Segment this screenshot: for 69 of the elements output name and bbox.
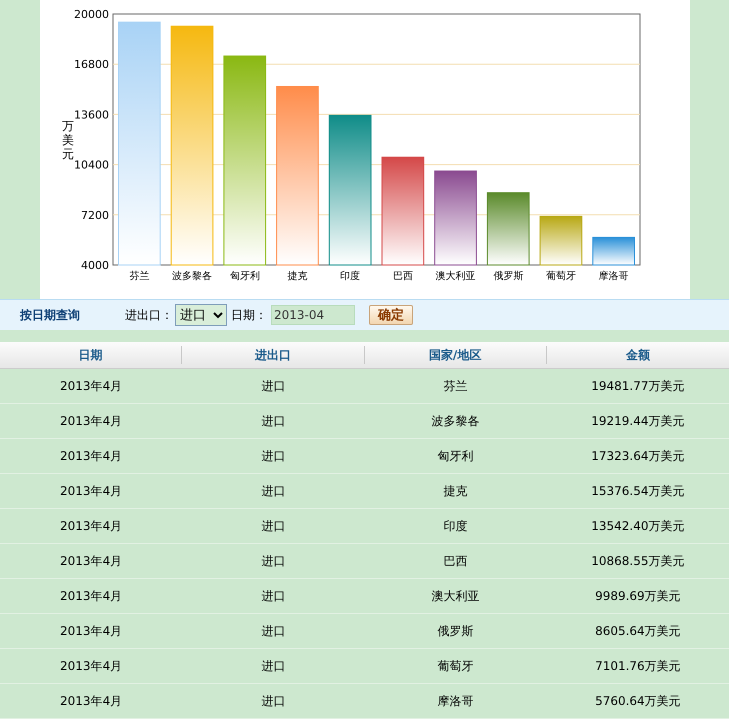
column-header[interactable]: 进出口 [182, 346, 364, 364]
y-axis-title: 万美元 [62, 119, 74, 161]
x-category-label: 波多黎各 [172, 271, 212, 282]
x-category-label: 俄罗斯 [493, 271, 524, 282]
table-cell-text: 2013年4月 [59, 588, 124, 605]
table-cell-text: 澳大利亚 [430, 588, 481, 605]
x-category-label: 捷克 [287, 271, 308, 282]
table-cell-text: 俄罗斯 [436, 623, 475, 640]
x-category-label: 摩洛哥 [598, 271, 629, 282]
x-category-label: 芬兰 [129, 271, 150, 282]
table-cell-text: 印度 [442, 518, 469, 535]
direction-label: 进出口： [125, 307, 173, 324]
table-cell-text: 芬兰 [442, 378, 469, 395]
table-cell-text: 2013年4月 [59, 448, 124, 465]
bar [540, 216, 582, 266]
table-cell-text: 2013年4月 [59, 553, 124, 570]
table-cell-text: 13542.40万美元 [590, 518, 686, 535]
table-cell-text: 捷克 [442, 483, 469, 500]
x-category-label: 巴西 [392, 271, 413, 282]
x-category-label: 澳大利亚 [436, 271, 476, 282]
column-header[interactable]: 日期 [0, 346, 182, 364]
table-cell-text: 2013年4月 [59, 658, 124, 675]
table-cell-text: 进口 [260, 693, 286, 710]
table-cell-text: 2013年4月 [59, 518, 124, 535]
x-category-label: 葡萄牙 [546, 271, 576, 282]
date-field[interactable]: 2013-04 [271, 305, 355, 325]
table-cell-text: 19219.44万美元 [590, 413, 686, 430]
x-category-label: 印度 [340, 271, 360, 282]
y-tick-label: 16800 [74, 58, 109, 72]
table-cell-text: 2013年4月 [59, 378, 124, 395]
table-cell-text: 进口 [260, 483, 286, 500]
query-title: 按日期查询 [20, 307, 81, 324]
table-cell-text: 8605.64万美元 [594, 623, 682, 640]
table-cell-text: 波多黎各 [430, 413, 481, 430]
y-tick-label: 4000 [81, 259, 109, 272]
table-cell-text: 匈牙利 [436, 448, 475, 465]
table-cell-text: 进口 [260, 553, 286, 570]
table-cell-text: 10868.55万美元 [590, 553, 686, 570]
table-cell-text: 9989.69万美元 [594, 588, 682, 605]
table-cell-text: 2013年4月 [59, 413, 124, 430]
y-tick-label: 13600 [74, 108, 109, 122]
table-cell-text: 17323.64万美元 [590, 448, 686, 465]
table-cell-text: 15376.54万美元 [590, 483, 686, 500]
table-cell-text: 进口 [260, 448, 286, 465]
table-cell-text: 巴西 [442, 553, 469, 570]
table-cell-text: 进口 [260, 413, 286, 430]
table-cell-text: 摩洛哥 [436, 693, 475, 710]
y-tick-label: 20000 [74, 8, 109, 21]
table-cell-text: 2013年4月 [59, 623, 124, 640]
y-tick-label: 10400 [74, 158, 109, 172]
table-cell-text: 7101.76万美元 [594, 658, 682, 675]
table-cell-text: 进口 [260, 658, 286, 675]
table-cell-text: 2013年4月 [59, 693, 124, 710]
table-cell-text: 5760.64万美元 [594, 693, 682, 710]
date-label: 日期： [231, 307, 267, 324]
table-cell-text: 进口 [260, 378, 286, 395]
table-cell-text: 进口 [260, 588, 286, 605]
y-tick-label: 7200 [81, 208, 109, 222]
column-header[interactable]: 金额 [546, 346, 729, 364]
table-cell-text: 进口 [260, 623, 286, 640]
bar [592, 236, 635, 266]
submit-button[interactable]: 确定 [369, 305, 413, 325]
table-cell-text: 葡萄牙 [436, 658, 475, 675]
direction-select[interactable]: 进口 [175, 304, 227, 326]
table-cell-text: 2013年4月 [59, 483, 124, 500]
table-cell-text: 进口 [260, 518, 286, 535]
x-category-label: 匈牙利 [230, 271, 260, 282]
column-header[interactable]: 国家/地区 [364, 346, 547, 364]
table-cell-text: 19481.77万美元 [590, 378, 686, 395]
